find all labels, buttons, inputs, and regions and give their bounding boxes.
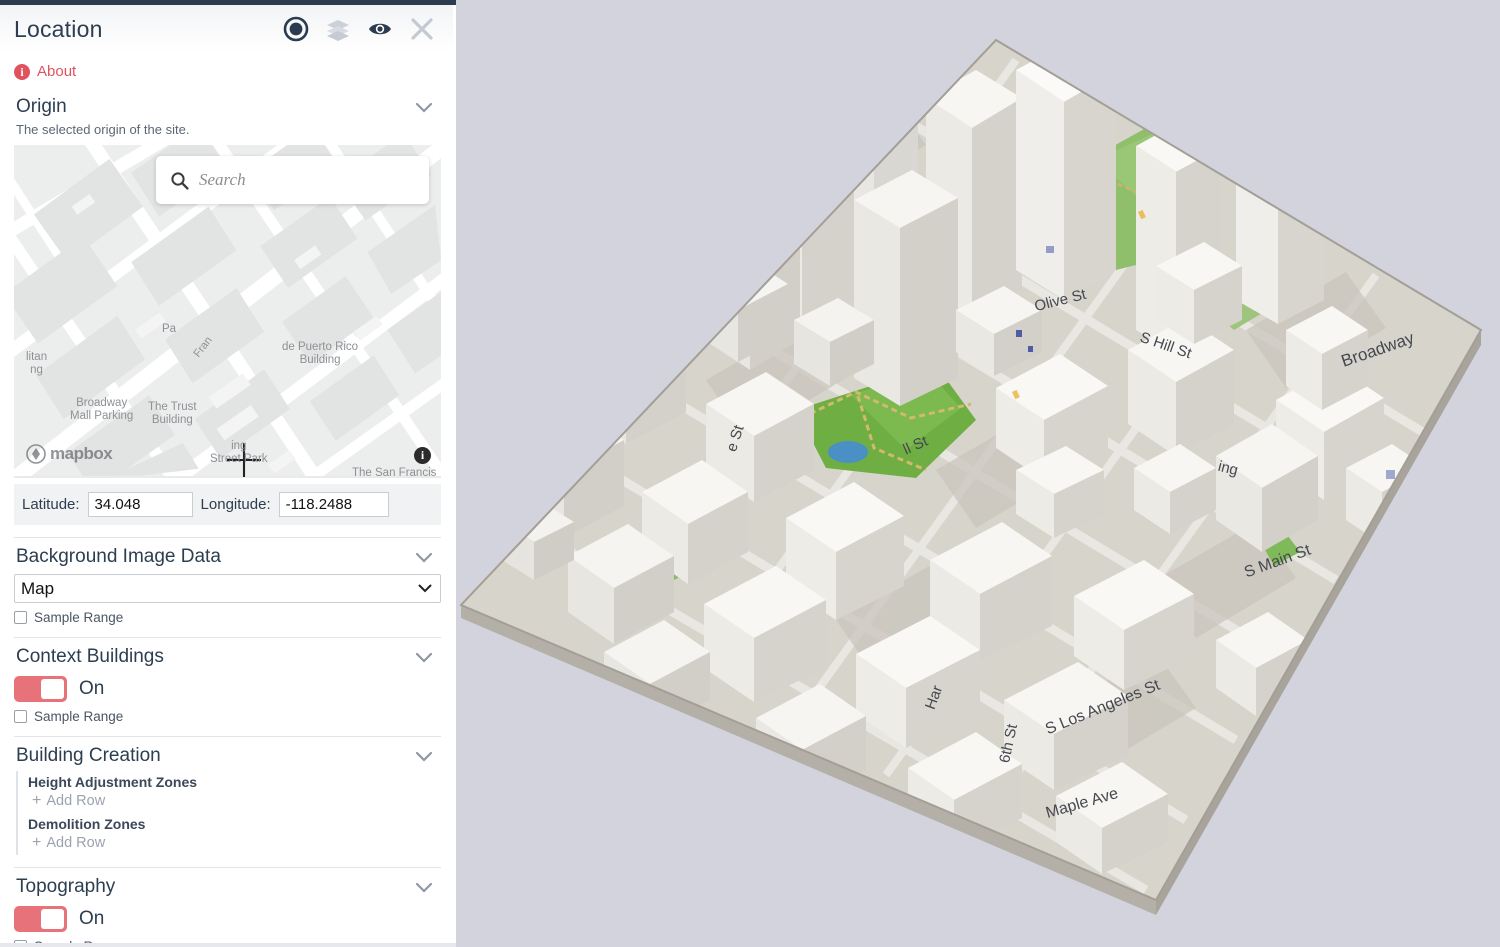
page-title: Location xyxy=(14,16,283,43)
mapbox-label: mapbox xyxy=(50,444,112,464)
latitude-input[interactable] xyxy=(88,492,193,517)
plus-icon: + xyxy=(32,835,41,851)
origin-coordinates: Latitude: Longitude: xyxy=(14,484,441,525)
topography-toggle-state: On xyxy=(79,908,104,930)
layers-icon[interactable] xyxy=(325,16,351,42)
origin-map[interactable]: Search mapbox i Pade Puerto Rico Buildin… xyxy=(14,145,441,478)
chevron-down-icon[interactable] xyxy=(415,552,433,563)
longitude-input[interactable] xyxy=(279,492,389,517)
section-header-context-buildings[interactable]: Context Buildings xyxy=(0,638,453,670)
building-creation-body: Height Adjustment Zones + Add Row Demoli… xyxy=(16,771,441,855)
section-title-topography: Topography xyxy=(16,876,415,898)
topography-toggle-row[interactable]: On xyxy=(0,900,453,932)
section-header-background-image-data[interactable]: Background Image Data xyxy=(0,538,453,570)
background-sample-range-row[interactable]: Sample Range xyxy=(0,603,453,625)
plus-icon: + xyxy=(32,793,41,809)
origin-crosshair-icon xyxy=(224,440,264,478)
context-buildings-toggle-row[interactable]: On xyxy=(0,670,453,702)
origin-description: The selected origin of the site. xyxy=(0,120,453,141)
demolition-zones-label: Demolition Zones xyxy=(28,813,441,833)
map-search-box[interactable]: Search xyxy=(156,156,429,204)
add-row-demolition-zones[interactable]: + Add Row xyxy=(28,833,441,855)
context-sample-range-row[interactable]: Sample Range xyxy=(0,702,453,724)
section-title-context-buildings: Context Buildings xyxy=(16,646,415,668)
search-input[interactable]: Search xyxy=(199,170,246,190)
app-root: Location xyxy=(0,0,1500,947)
target-icon[interactable] xyxy=(283,16,309,42)
section-title-origin: Origin xyxy=(16,96,415,118)
add-row-label: Add Row xyxy=(46,793,105,809)
section-title-background-image-data: Background Image Data xyxy=(16,546,415,568)
topography-sample-range-row[interactable]: Sample Range xyxy=(0,932,453,943)
add-row-height-adjustment-zones[interactable]: + Add Row xyxy=(28,791,441,813)
topography-toggle[interactable] xyxy=(14,906,67,932)
latitude-label: Latitude: xyxy=(22,496,80,513)
section-title-building-creation: Building Creation xyxy=(16,745,415,767)
mapbox-logo-icon xyxy=(26,444,46,464)
panel-header-icons xyxy=(283,16,435,42)
eye-icon[interactable] xyxy=(367,16,393,42)
map-info-icon[interactable]: i xyxy=(414,447,431,464)
sample-range-label: Sample Range xyxy=(34,709,123,724)
sample-range-checkbox[interactable] xyxy=(14,611,27,624)
background-image-select[interactable]: Map xyxy=(14,574,441,603)
context-buildings-toggle[interactable] xyxy=(14,676,67,702)
mapbox-attribution[interactable]: mapbox xyxy=(26,444,112,464)
chevron-down-icon[interactable] xyxy=(415,102,433,113)
height-adjustment-zones-label: Height Adjustment Zones xyxy=(28,771,441,791)
about-link[interactable]: i About xyxy=(0,53,453,88)
about-label: About xyxy=(37,63,76,80)
close-icon[interactable] xyxy=(409,16,435,42)
add-row-label: Add Row xyxy=(46,835,105,851)
sample-range-label: Sample Range xyxy=(34,610,123,625)
info-icon: i xyxy=(14,64,30,80)
search-icon xyxy=(170,171,189,190)
panel-bottom-strip xyxy=(0,943,456,947)
city-3d-model xyxy=(456,0,1500,947)
longitude-label: Longitude: xyxy=(201,496,271,513)
chevron-down-icon[interactable] xyxy=(415,882,433,893)
section-header-topography[interactable]: Topography xyxy=(0,868,453,900)
chevron-down-icon[interactable] xyxy=(415,652,433,663)
background-image-select-wrap: Map xyxy=(14,574,441,603)
model-viewport[interactable]: Olive St S Hill St Broadway e St ll St i… xyxy=(456,0,1500,947)
panel-header: Location xyxy=(0,5,453,53)
location-panel: Location xyxy=(0,5,456,943)
chevron-down-icon[interactable] xyxy=(415,751,433,762)
context-buildings-toggle-state: On xyxy=(79,678,104,700)
section-header-building-creation[interactable]: Building Creation xyxy=(0,737,453,769)
section-header-origin[interactable]: Origin xyxy=(0,88,453,120)
sample-range-checkbox[interactable] xyxy=(14,710,27,723)
